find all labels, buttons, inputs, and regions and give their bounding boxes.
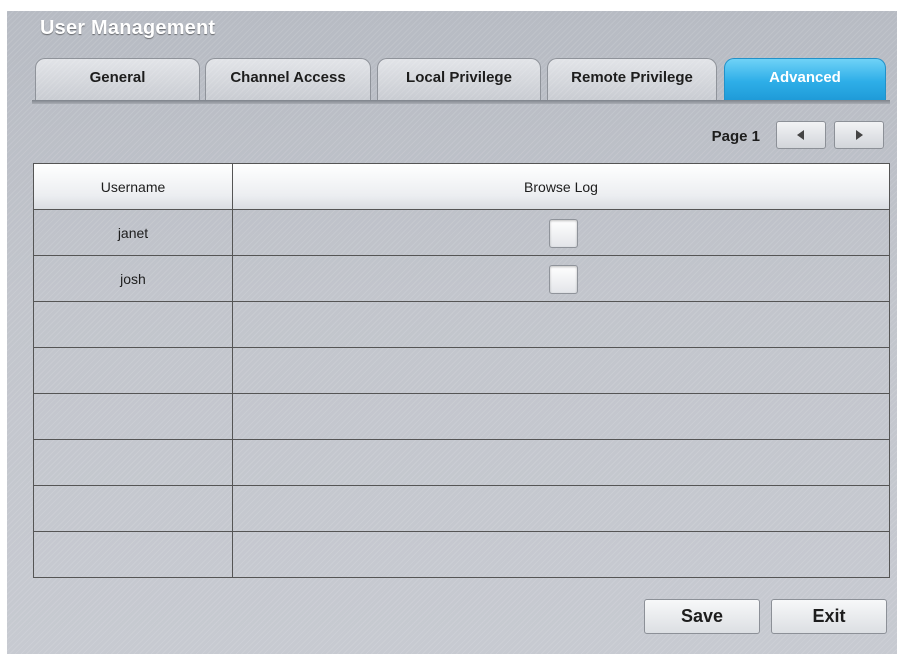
tab-general[interactable]: General [35,58,200,100]
browse-log-checkbox[interactable] [549,265,578,294]
tab-bar: General Channel Access Local Privilege R… [0,0,897,110]
column-header-browse-log: Browse Log [524,178,598,195]
username-cell: josh [120,271,146,287]
table-row [34,348,889,394]
column-divider [232,164,233,577]
prev-page-button[interactable] [776,121,826,149]
table-header: Username Browse Log [34,164,889,210]
table-row [34,532,889,578]
triangle-left-icon [797,130,804,140]
exit-button[interactable]: Exit [771,599,887,634]
username-cell [34,486,232,532]
username-cell [34,302,232,348]
column-header-username: Username [100,178,166,195]
username-cell: janet [117,225,149,241]
table-row: janet [34,210,889,256]
triangle-right-icon [856,130,863,140]
next-page-button[interactable] [834,121,884,149]
page-indicator: Page 1 [711,128,760,145]
tab-local-privilege[interactable]: Local Privilege [377,58,541,100]
username-cell [34,348,232,394]
tab-channel-access[interactable]: Channel Access [205,58,371,100]
table-row [34,394,889,440]
username-cell [34,440,232,486]
browse-log-checkbox[interactable] [549,219,578,248]
user-privilege-table: Username Browse Log janet josh [33,163,890,578]
table-row [34,486,889,532]
table-row [34,302,889,348]
save-button[interactable]: Save [644,599,760,634]
tab-remote-privilege[interactable]: Remote Privilege [547,58,717,100]
tab-bar-divider [32,100,890,104]
table-row: josh [34,256,889,302]
username-cell [34,532,232,578]
table-row [34,440,889,486]
username-cell [34,394,232,440]
tab-advanced[interactable]: Advanced [724,58,886,100]
